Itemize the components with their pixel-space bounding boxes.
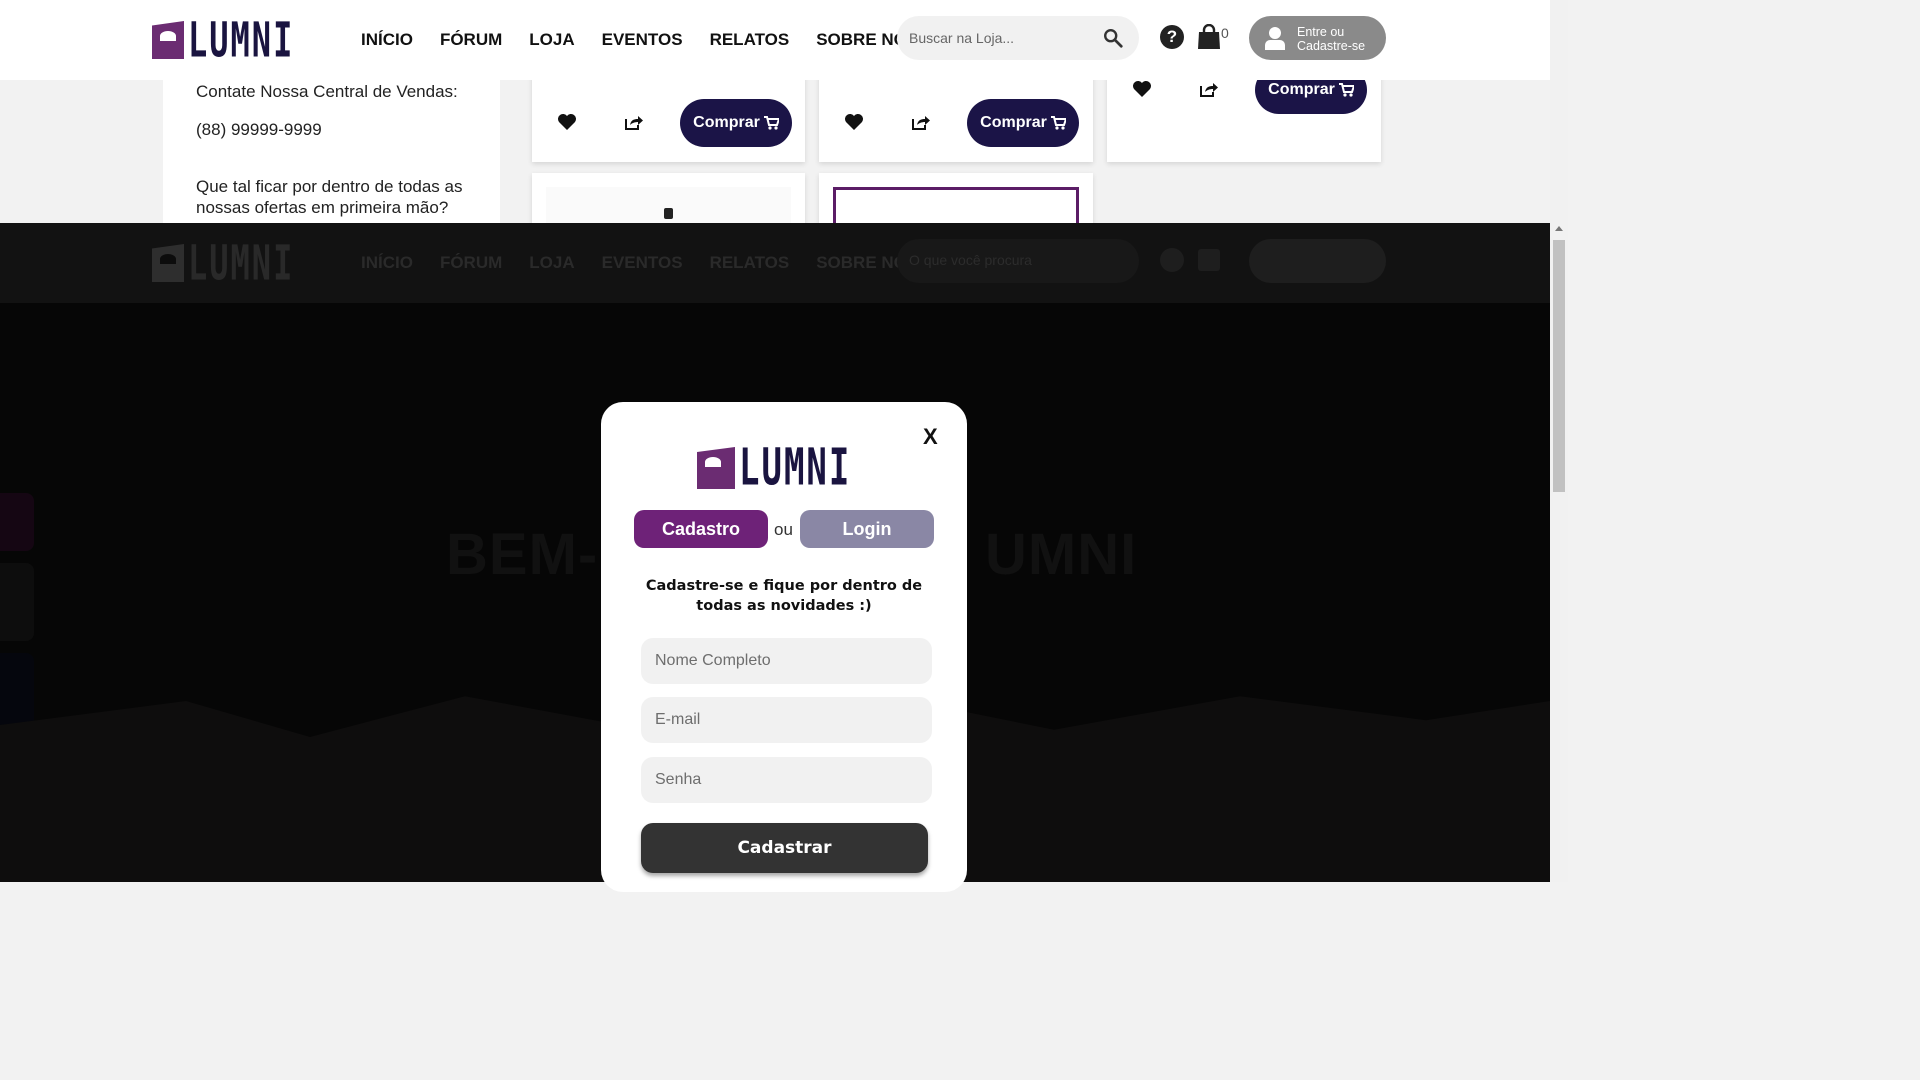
backdrop-help-icon <box>1160 248 1184 272</box>
login-register-button[interactable]: Entre ou Cadastre-se <box>1249 16 1386 60</box>
buy-label: Comprar <box>980 114 1047 131</box>
backdrop-nav-item: FÓRUM <box>439 253 503 272</box>
register-submit-button[interactable]: Cadastrar <box>641 823 928 873</box>
backdrop-hero-text: BEM- <box>446 522 599 587</box>
product-card: Comprar <box>532 72 805 162</box>
buy-label: Comprar <box>693 114 760 131</box>
logo-text: LUMNI <box>188 11 295 69</box>
scrollbar-thumb[interactable] <box>1553 240 1565 492</box>
login-line-2: Cadastre-se <box>1297 39 1366 53</box>
register-modal: X LUMNI Cadastro ou Login Cadastre-se e … <box>601 402 967 892</box>
sales-contact-panel: Contate Nossa Central de Vendas: (88) 99… <box>163 80 500 223</box>
backdrop-side-tab <box>0 563 34 641</box>
nav-item-relatos[interactable]: RELATOS <box>710 30 790 50</box>
cart-icon <box>763 116 779 130</box>
backdrop-nav-item: LOJA <box>529 253 575 272</box>
product-card: Comprar <box>819 72 1093 162</box>
modal-logo: LUMNI <box>697 438 851 498</box>
search-icon[interactable] <box>1102 27 1124 49</box>
buy-button[interactable]: Comprar <box>967 99 1079 147</box>
newsletter-line-1: Que tal ficar por dentro de todas as <box>196 177 463 196</box>
backdrop-hero-text: UMNI <box>985 522 1138 587</box>
backdrop-bag-icon <box>1198 249 1220 271</box>
backdrop-nav-item: EVENTOS <box>601 253 683 272</box>
login-line-1: Entre ou <box>1297 25 1345 39</box>
close-button[interactable]: X <box>923 424 938 450</box>
site-logo[interactable]: LUMNI <box>152 12 294 69</box>
backdrop-header: LUMNI INÍCIO FÓRUM LOJA EVENTOS RELATOS … <box>0 223 1550 303</box>
backdrop-nav: INÍCIO FÓRUM LOJA EVENTOS RELATOS SOBRE … <box>361 253 918 273</box>
logo-mark-icon <box>152 21 184 59</box>
scroll-up-arrow-icon[interactable] <box>1555 226 1563 231</box>
email-field[interactable] <box>641 697 932 743</box>
password-field[interactable] <box>641 757 932 803</box>
nav-item-inicio[interactable]: INÍCIO <box>361 30 413 50</box>
backdrop-side-tab <box>0 493 34 551</box>
newsletter-line-2: nossas ofertas em primeira mão? <box>196 198 449 217</box>
nav-item-eventos[interactable]: EVENTOS <box>602 30 683 50</box>
store-search <box>897 16 1139 60</box>
share-icon[interactable] <box>911 113 931 131</box>
tab-cadastro[interactable]: Cadastro <box>634 510 768 548</box>
buy-label: Comprar <box>1268 81 1335 98</box>
register-description: Cadastre-se e fique por dentro de todas … <box>645 578 923 614</box>
nav-item-forum[interactable]: FÓRUM <box>440 30 502 50</box>
cart-icon <box>1338 83 1354 97</box>
backdrop-logo-text: LUMNI <box>188 234 295 292</box>
heart-icon[interactable] <box>844 113 864 131</box>
modal-logo-mark-icon <box>697 447 735 489</box>
buy-button[interactable]: Comprar <box>680 99 792 147</box>
backdrop-nav-item: INÍCIO <box>361 253 413 272</box>
backdrop-nav-item: RELATOS <box>709 253 790 272</box>
contact-title: Contate Nossa Central de Vendas: <box>196 82 458 101</box>
backdrop-side-tab <box>0 653 34 731</box>
backdrop-logo: LUMNI <box>152 235 294 292</box>
product-card: Comprar <box>1107 66 1381 162</box>
store-search-input[interactable] <box>909 27 1094 49</box>
full-name-field[interactable] <box>641 638 932 684</box>
shopping-bag-icon[interactable] <box>1197 24 1221 50</box>
backdrop-search: O que você procura <box>897 239 1139 283</box>
user-icon <box>1265 27 1285 50</box>
nav-item-loja[interactable]: LOJA <box>529 30 574 50</box>
backdrop-logo-mark-icon <box>152 244 184 282</box>
contact-phone: (88) 99999-9999 <box>196 120 322 139</box>
heart-icon[interactable] <box>1132 80 1152 98</box>
page-scrollbar[interactable] <box>1550 0 1568 882</box>
backdrop-login-button <box>1249 239 1386 283</box>
tab-separator: ou <box>774 520 793 539</box>
cart-icon <box>1050 116 1066 130</box>
cart-count: 0 <box>1221 25 1229 41</box>
share-icon[interactable] <box>1199 80 1219 98</box>
tab-login[interactable]: Login <box>800 510 934 548</box>
login-register-label: Entre ou Cadastre-se <box>1297 25 1365 53</box>
heart-icon[interactable] <box>557 113 577 131</box>
modal-logo-text: LUMNI <box>739 438 852 498</box>
main-nav: INÍCIO FÓRUM LOJA EVENTOS RELATOS SOBRE … <box>361 30 918 50</box>
product-image <box>546 187 791 227</box>
help-icon[interactable]: ? <box>1160 25 1184 49</box>
site-header: LUMNI INÍCIO FÓRUM LOJA EVENTOS RELATOS … <box>0 0 1550 80</box>
product-jar-image <box>664 208 673 219</box>
share-icon[interactable] <box>624 113 644 131</box>
